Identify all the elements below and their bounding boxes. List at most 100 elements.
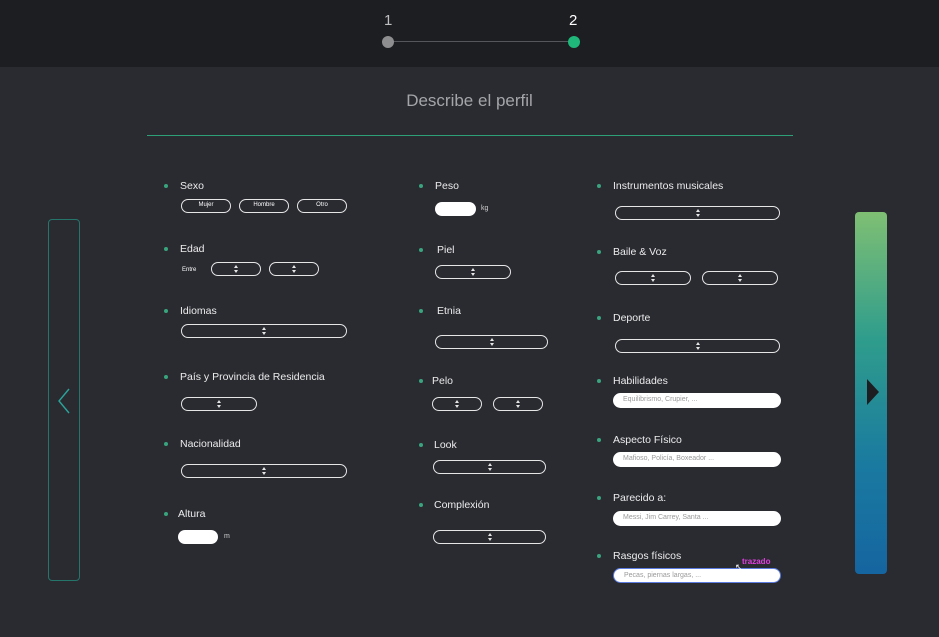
pelo-tipo-select[interactable] [493, 397, 543, 411]
aspecto-placeholder: Mafioso, Policía, Boxeador ... [623, 455, 715, 462]
bullet [597, 379, 601, 383]
edad-min-select[interactable] [211, 262, 261, 276]
bullet [419, 248, 423, 252]
bullet [164, 512, 168, 516]
rasgos-placeholder: Pecas, piernas largas, ... [624, 572, 702, 579]
voz-select[interactable] [702, 271, 778, 285]
annotation-tag: trazado [742, 557, 771, 566]
step-2-dot[interactable] [568, 36, 580, 48]
step-1-dot[interactable] [382, 36, 394, 48]
bullet [597, 316, 601, 320]
peso-input[interactable] [435, 202, 476, 216]
previous-button[interactable] [48, 219, 80, 581]
bullet [419, 503, 423, 507]
deporte-select[interactable] [615, 339, 780, 353]
step-2-label[interactable]: 2 [569, 12, 577, 29]
parecido-placeholder: Messi, Jim Carrey, Santa ... [623, 514, 709, 521]
sexo-otro-button[interactable]: Otro [297, 199, 347, 213]
step-1-label[interactable]: 1 [384, 12, 392, 29]
page-title: Describe el perfil [406, 91, 533, 110]
deporte-label: Deporte [613, 312, 651, 324]
mouse-cursor-icon: ↖ [735, 562, 743, 572]
nacionalidad-select[interactable] [181, 464, 347, 478]
bullet [597, 438, 601, 442]
bullet [597, 554, 601, 558]
piel-select[interactable] [435, 265, 511, 279]
bullet [419, 309, 423, 313]
sexo-hombre-button[interactable]: Hombre [239, 199, 289, 213]
next-button[interactable] [855, 212, 887, 574]
bullet [597, 496, 601, 500]
aspecto-label: Aspecto Físico [613, 434, 682, 446]
updown-icon [515, 399, 521, 409]
altura-label: Altura [178, 508, 206, 520]
piel-label: Piel [437, 244, 455, 256]
rasgos-label: Rasgos físicos [613, 550, 682, 562]
etnia-label: Etnia [437, 305, 461, 317]
bullet [419, 379, 423, 383]
updown-icon [489, 337, 495, 347]
peso-label: Peso [435, 180, 459, 192]
habilidades-label: Habilidades [613, 375, 668, 387]
idiomas-label: Idiomas [180, 305, 217, 317]
updown-icon [470, 267, 476, 277]
rasgos-input[interactable]: Pecas, piernas largas, ... [613, 568, 781, 583]
habilidades-placeholder: Equilibrismo, Crupier, ... [623, 396, 698, 403]
edad-max-select[interactable] [269, 262, 319, 276]
bullet [164, 184, 168, 188]
edad-label: Edad [180, 243, 205, 255]
bullet [597, 184, 601, 188]
sexo-mujer-label: Mujer [198, 202, 214, 208]
updown-icon [233, 264, 239, 274]
altura-input[interactable] [178, 530, 218, 544]
pais-select[interactable] [181, 397, 257, 411]
baile-select[interactable] [615, 271, 691, 285]
sexo-label: Sexo [180, 180, 204, 192]
bullet [419, 184, 423, 188]
updown-icon [454, 399, 460, 409]
idiomas-select[interactable] [181, 324, 347, 338]
updown-icon [695, 208, 701, 218]
updown-icon [737, 273, 743, 283]
stepper-bar: 1 2 [0, 0, 939, 67]
sexo-mujer-button[interactable]: Mujer [181, 199, 231, 213]
parecido-input[interactable]: Messi, Jim Carrey, Santa ... [613, 511, 781, 526]
title-divider [147, 135, 793, 136]
bullet [597, 250, 601, 254]
bullet [164, 375, 168, 379]
complexion-select[interactable] [433, 530, 546, 544]
peso-unit: kg [481, 205, 489, 212]
look-select[interactable] [433, 460, 546, 474]
habilidades-input[interactable]: Equilibrismo, Crupier, ... [613, 393, 781, 408]
complexion-label: Complexión [434, 499, 490, 511]
instrumentos-select[interactable] [615, 206, 780, 220]
updown-icon [487, 462, 493, 472]
pais-label: País y Provincia de Residencia [180, 371, 325, 383]
chevron-left-icon [58, 388, 70, 414]
instrumentos-label: Instrumentos musicales [613, 180, 724, 192]
updown-icon [261, 326, 267, 336]
stepper-line [388, 41, 574, 42]
edad-entre-label: Entre [182, 267, 197, 273]
look-label: Look [434, 439, 457, 451]
updown-icon [695, 341, 701, 351]
updown-icon [487, 532, 493, 542]
sexo-hombre-label: Hombre [253, 202, 275, 208]
updown-icon [291, 264, 297, 274]
bullet [164, 442, 168, 446]
updown-icon [216, 399, 222, 409]
sexo-otro-label: Otro [316, 202, 328, 208]
pelo-color-select[interactable] [432, 397, 482, 411]
bullet [164, 247, 168, 251]
etnia-select[interactable] [435, 335, 548, 349]
updown-icon [261, 466, 267, 476]
pelo-label: Pelo [432, 375, 454, 387]
baile-label: Baile & Voz [613, 246, 667, 258]
bullet [419, 443, 423, 447]
aspecto-input[interactable]: Mafioso, Policía, Boxeador ... [613, 452, 781, 467]
updown-icon [650, 273, 656, 283]
bullet [164, 309, 168, 313]
altura-unit: m [224, 533, 230, 540]
nacionalidad-label: Nacionalidad [180, 438, 241, 450]
parecido-label: Parecido a: [613, 492, 667, 504]
